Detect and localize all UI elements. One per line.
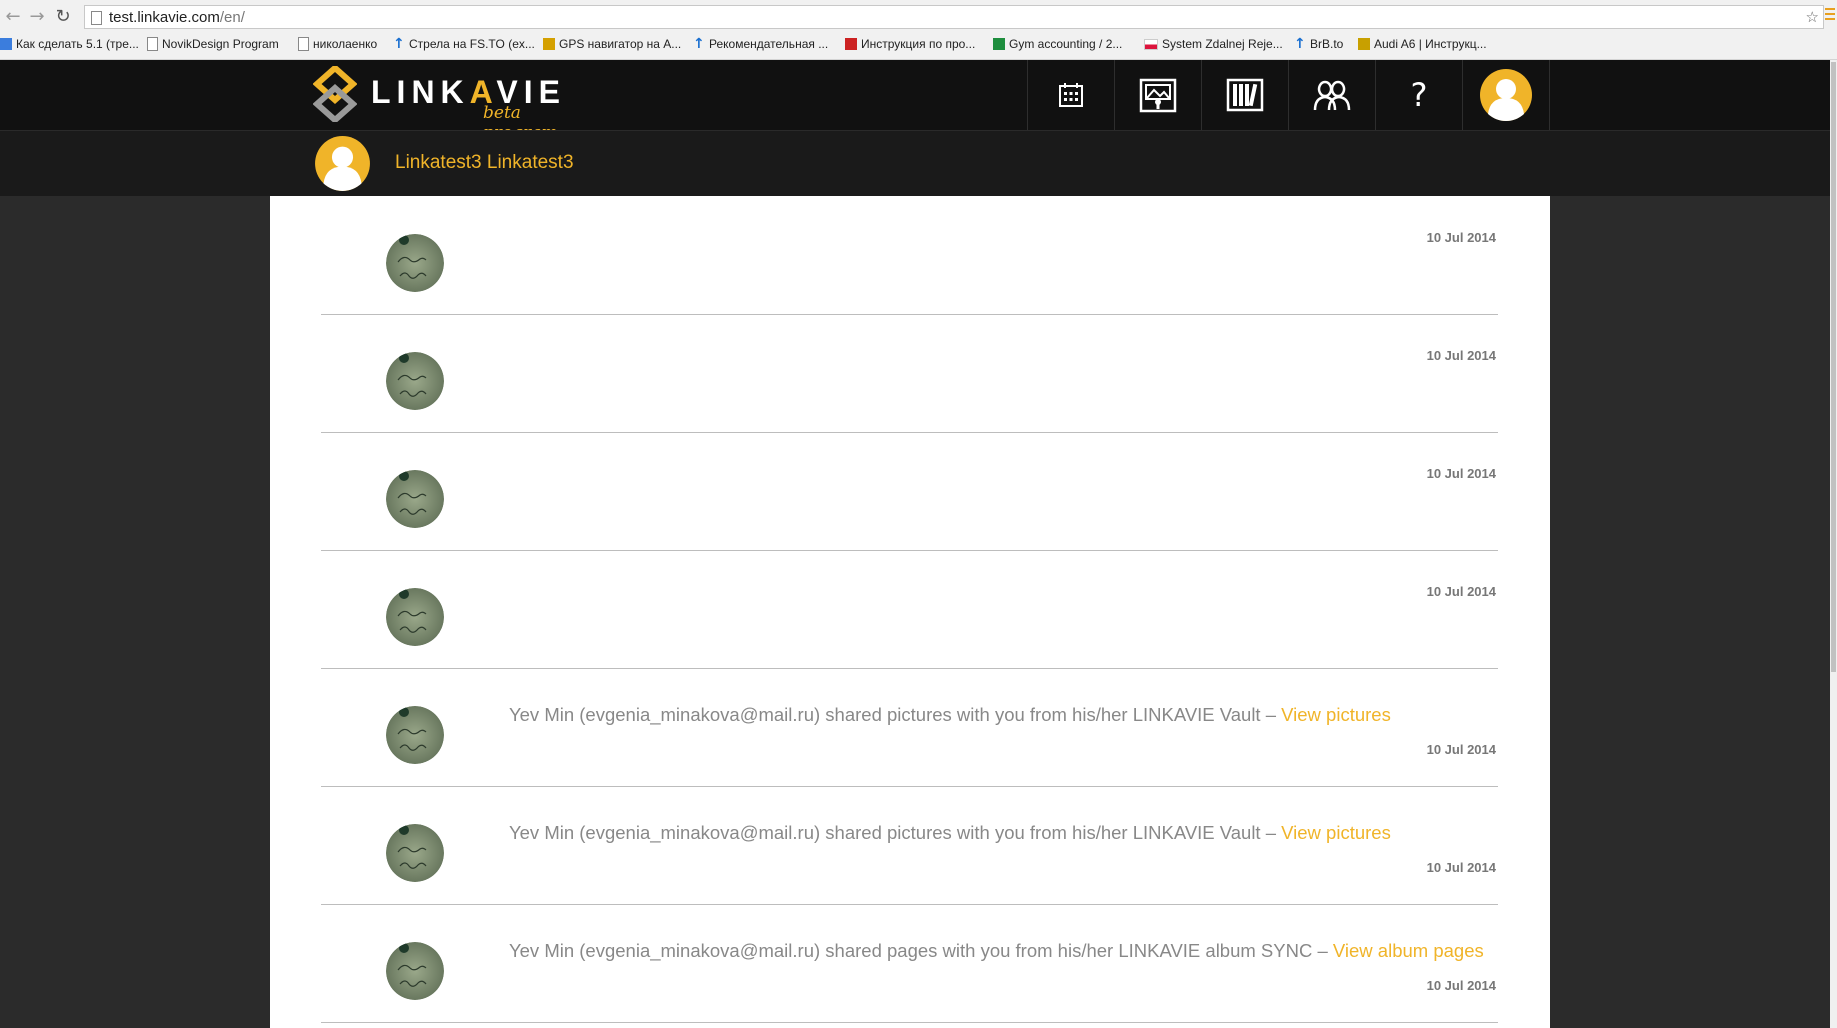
feed-date: 10 Jul 2014 (1426, 860, 1496, 875)
site-logo[interactable]: LINKAVIE beta program (313, 60, 583, 143)
profile-bar (0, 130, 1837, 196)
nav-help[interactable]: ? (1375, 60, 1462, 130)
back-button[interactable]: ← (2, 6, 24, 28)
profile-name[interactable]: Linkatest3 Linkatest3 (395, 152, 574, 174)
feed-date: 10 Jul 2014 (1426, 742, 1496, 757)
site-header (0, 60, 1837, 130)
bookmark-label: Инструкция по про... (861, 37, 976, 51)
feed-item: Yev Min (evgenia_minakova@mail.ru) share… (321, 668, 1498, 787)
bookmark-label: Рекомендательная ... (709, 37, 829, 51)
notification-feed: 10 Jul 2014 10 Jul 2014 10 Jul 2014 10 Jul … (270, 196, 1550, 1028)
nav-albums[interactable] (1201, 60, 1288, 130)
car-icon (1358, 38, 1370, 50)
bookmark-label: николаенко (313, 37, 378, 51)
arrow-up-icon: ↑ (393, 36, 405, 52)
figure-icon (543, 38, 555, 50)
contacts-icon (1313, 80, 1351, 111)
feed-date: 10 Jul 2014 (1426, 584, 1496, 599)
flag-icon (1144, 38, 1158, 50)
bookmark-label: System Zdalnej Reje... (1162, 37, 1283, 51)
feed-message-text: Yev Min (evgenia_minakova@mail.ru) share… (509, 822, 1282, 843)
main-nav: ? (1027, 60, 1550, 130)
bookmark-label: GPS навигатор на А... (559, 37, 682, 51)
profile-avatar[interactable] (314, 135, 371, 192)
albums-icon (1226, 78, 1264, 112)
feed-item: 10 Jul 2014 (321, 196, 1498, 315)
feed-view-link[interactable]: View pictures (1281, 704, 1391, 725)
bookmark-label: Audi A6 | Инструкц... (1374, 37, 1487, 51)
info-icon (845, 38, 857, 50)
sheet-icon (993, 38, 1005, 50)
logo-mark-icon (313, 66, 357, 122)
sender-avatar[interactable] (386, 824, 444, 882)
forward-button[interactable]: → (26, 6, 48, 28)
page-icon (147, 37, 158, 51)
feed-date: 10 Jul 2014 (1426, 230, 1496, 245)
feed-item: Yev Min (evgenia_minakova@mail.ru) share… (321, 786, 1498, 905)
feed-view-link[interactable]: View pictures (1281, 822, 1391, 843)
nav-account[interactable] (1462, 60, 1550, 130)
user-avatar-icon (1480, 69, 1532, 121)
bookmark-item[interactable]: NovikDesign Program (147, 37, 279, 51)
sender-avatar[interactable] (386, 352, 444, 410)
nav-contacts[interactable] (1288, 60, 1375, 130)
bookmark-label: BrB.to (1310, 37, 1344, 51)
address-bar[interactable]: test.linkavie.com/en/ ☆ (84, 5, 1824, 29)
reload-button[interactable]: ↻ (52, 6, 74, 28)
calendar-icon (1059, 83, 1083, 107)
bookmark-item[interactable]: System Zdalnej Reje... (1144, 37, 1283, 51)
bookmarks-bar: Как сделать 5.1 (тре... NovikDesign Progr… (0, 35, 1837, 55)
feed-message-text: Yev Min (evgenia_minakova@mail.ru) share… (509, 940, 1333, 961)
bookmark-item[interactable]: ↑ BrB.to (1294, 37, 1343, 51)
feed-view-link[interactable]: View album pages (1333, 940, 1484, 961)
vault-icon (1139, 78, 1177, 113)
bookmark-item[interactable]: николаенко (298, 37, 377, 51)
feed-date: 10 Jul 2014 (1426, 348, 1496, 363)
feed-message-text: Yev Min (evgenia_minakova@mail.ru) share… (509, 704, 1282, 725)
feed-message: Yev Min (evgenia_minakova@mail.ru) share… (509, 940, 1484, 962)
nav-vault[interactable] (1114, 60, 1201, 130)
bookmark-item[interactable]: ↑ Рекомендательная ... (693, 37, 828, 51)
sender-avatar[interactable] (386, 470, 444, 528)
bookmark-item[interactable]: GPS навигатор на А... (543, 37, 681, 51)
sender-avatar[interactable] (386, 942, 444, 1000)
menu-icon[interactable] (1825, 8, 1835, 23)
url-text: test.linkavie.com/en/ (109, 9, 245, 26)
nav-calendar[interactable] (1027, 60, 1114, 130)
feed-message: Yev Min (evgenia_minakova@mail.ru) share… (509, 704, 1391, 726)
feed-item: 10 Jul 2014 (321, 432, 1498, 551)
sender-avatar[interactable] (386, 234, 444, 292)
page-icon (298, 37, 309, 51)
bookmark-item[interactable]: Как сделать 5.1 (тре... (0, 37, 139, 51)
scrollbar-thumb[interactable] (1831, 62, 1836, 672)
feed-item: 10 Jul 2014 (321, 550, 1498, 669)
feed-item: 10 Jul 2014 (321, 314, 1498, 433)
bookmark-item[interactable]: Audi A6 | Инструкц... (1358, 37, 1487, 51)
bookmark-item[interactable]: Gym accounting / 2... (993, 37, 1122, 51)
help-icon: ? (1410, 76, 1428, 114)
star-icon[interactable]: ☆ (1806, 8, 1819, 26)
browser-chrome: ← → ↻ test.linkavie.com/en/ ☆ Как сделат… (0, 0, 1837, 60)
page-icon (91, 11, 102, 25)
bookmark-label: NovikDesign Program (162, 37, 279, 51)
feed-date: 10 Jul 2014 (1426, 466, 1496, 481)
bookmark-label: Как сделать 5.1 (тре... (16, 37, 139, 51)
feed-date: 10 Jul 2014 (1426, 978, 1496, 993)
arrow-up-icon: ↑ (1294, 36, 1306, 52)
feed-item: Yev Min (evgenia_minakova@mail.ru) share… (321, 904, 1498, 1023)
bookmark-item[interactable]: Инструкция по про... (845, 37, 975, 51)
arrow-up-icon: ↑ (693, 36, 705, 52)
bookmark-label: Стрела на FS.TO (ex... (409, 37, 535, 51)
doc-icon (0, 38, 12, 50)
feed-message: Yev Min (evgenia_minakova@mail.ru) share… (509, 822, 1391, 844)
sender-avatar[interactable] (386, 588, 444, 646)
bookmark-label: Gym accounting / 2... (1009, 37, 1123, 51)
bookmark-item[interactable]: ↑ Стрела на FS.TO (ex... (393, 37, 535, 51)
sender-avatar[interactable] (386, 706, 444, 764)
